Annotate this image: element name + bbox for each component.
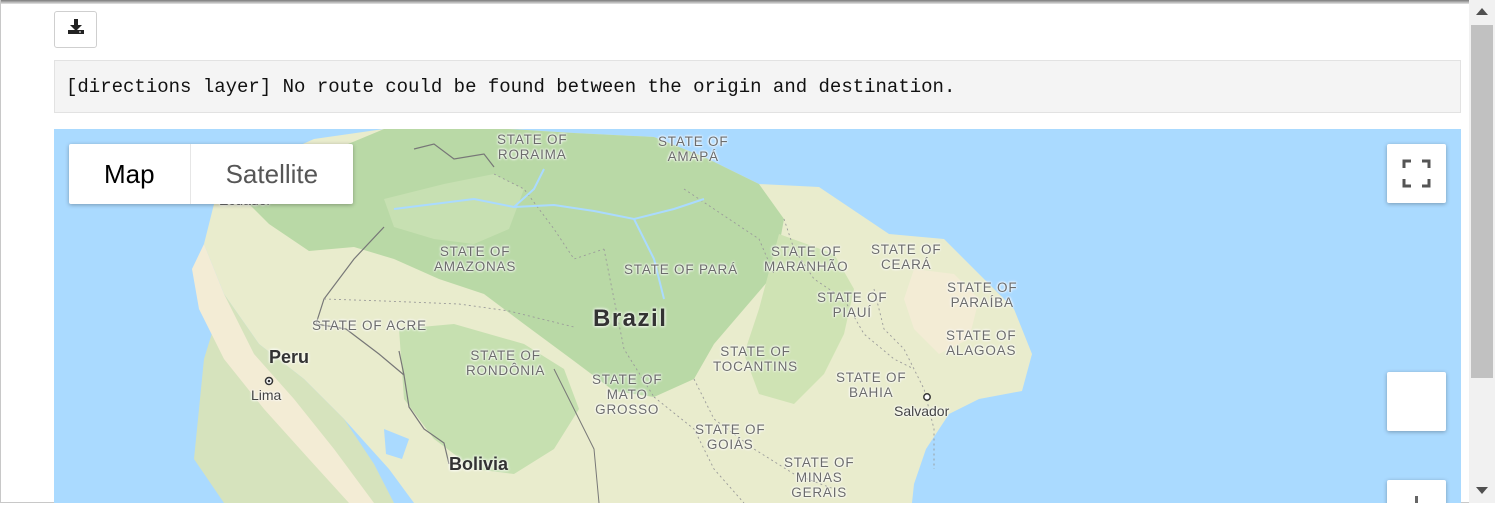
state-label-roraima: STATE OF RORAIMA	[497, 132, 568, 162]
state-label-piaui: STATE OF PIAUÍ	[817, 290, 888, 320]
zoom-in-icon	[1415, 496, 1418, 503]
zoom-in-button[interactable]	[1387, 480, 1446, 503]
fullscreen-icon	[1402, 159, 1431, 188]
city-label-salvador: Salvador	[894, 403, 950, 419]
scroll-down-arrow-icon[interactable]	[1476, 487, 1488, 494]
state-label-bahia: STATE OF BAHIA	[836, 370, 907, 400]
country-label-brazil: Brazil	[593, 305, 668, 332]
download-button[interactable]	[54, 11, 97, 48]
directions-error-message: [directions layer] No route could be fou…	[54, 60, 1461, 113]
map-type-control: Map Satellite	[69, 144, 354, 204]
page-scrollbar[interactable]	[1469, 0, 1495, 503]
state-label-paraiba: STATE OF PARAÍBA	[947, 280, 1018, 310]
page-top-shadow	[0, 0, 1469, 4]
country-label-bolivia: Bolivia	[449, 454, 509, 474]
state-label-goias: STATE OF GOIÁS	[695, 422, 766, 452]
state-label-para: STATE OF PARÁ	[624, 262, 738, 277]
state-label-maranhao: STATE OF MARANHÃO	[764, 244, 849, 274]
map-type-map-button[interactable]: Map	[69, 144, 190, 204]
map-canvas[interactable]: Ecuador STATE OFRORAIMA STATE OFAMAPÁ ST…	[54, 129, 1461, 503]
scrollbar-thumb[interactable]	[1471, 25, 1493, 378]
download-icon	[66, 17, 86, 42]
state-label-mato-grosso: STATE OF MATO GROSSO	[592, 372, 663, 417]
street-view-pegman-button[interactable]	[1387, 372, 1446, 431]
country-label-peru: Peru	[269, 347, 310, 367]
map-type-satellite-button[interactable]: Satellite	[189, 144, 354, 204]
fullscreen-button[interactable]	[1387, 144, 1446, 203]
state-label-minas-gerais: STATE OF MINAS GERAIS	[784, 455, 855, 500]
state-label-amazonas: STATE OF AMAZONAS	[434, 244, 517, 274]
state-label-rondonia: STATE OF RONDÔNIA	[466, 348, 546, 378]
state-label-alagoas: STATE OF ALAGOAS	[946, 328, 1017, 358]
state-label-ceara: STATE OF CEARÁ	[871, 242, 942, 272]
city-label-lima: Lima	[251, 387, 282, 403]
cell-border	[0, 0, 1, 503]
state-label-acre: STATE OF ACRE	[312, 318, 427, 333]
scroll-up-arrow-icon[interactable]	[1476, 8, 1488, 15]
state-label-tocantins: STATE OF TOCANTINS	[713, 344, 798, 374]
state-label-amapa: STATE OF AMAPÁ	[658, 134, 729, 164]
